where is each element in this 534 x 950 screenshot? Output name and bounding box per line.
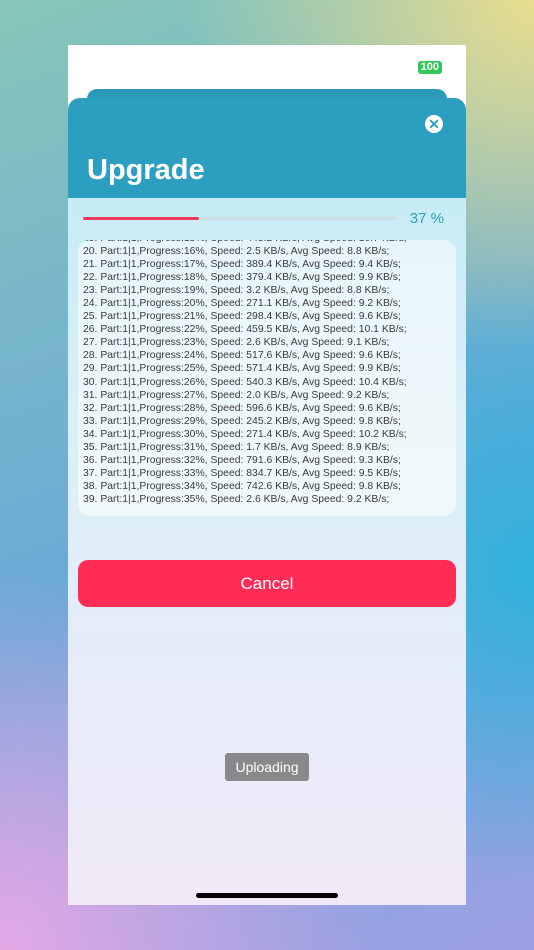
- log-line: 20. Part:1|1,Progress:16%, Speed: 2.5 KB…: [83, 246, 390, 258]
- battery-indicator: 100: [417, 61, 442, 74]
- log-line: 38. Part:1|1,Progress:34%, Speed: 742.6 …: [83, 480, 401, 492]
- log-line: 22. Part:1|1,Progress:18%, Speed: 379.4 …: [83, 272, 401, 284]
- home-indicator: [196, 893, 338, 898]
- log-line: 31. Part:1|1,Progress:27%, Speed: 2.0 KB…: [83, 389, 390, 401]
- log-line: 37. Part:1|1,Progress:33%, Speed: 834.7 …: [83, 467, 401, 479]
- progress-fill: [83, 217, 200, 220]
- cancel-button[interactable]: Cancel: [78, 560, 456, 607]
- log-line: 27. Part:1|1,Progress:23%, Speed: 2.6 KB…: [83, 337, 390, 349]
- log-line: 33. Part:1|1,Progress:29%, Speed: 245.2 …: [83, 415, 401, 427]
- log-line: 26. Part:1|1,Progress:22%, Speed: 459.5 …: [83, 324, 407, 336]
- log-line: 32. Part:1|1,Progress:28%, Speed: 596.6 …: [83, 402, 401, 414]
- log-line: 39. Part:1|1,Progress:35%, Speed: 2.6 KB…: [83, 493, 390, 505]
- log-line: 21. Part:1|1,Progress:17%, Speed: 389.4 …: [83, 259, 401, 271]
- progress-percent: 37 %: [409, 210, 444, 227]
- log-line: 36. Part:1|1,Progress:32%, Speed: 791.6 …: [83, 454, 401, 466]
- log-line: 23. Part:1|1,Progress:19%, Speed: 3.2 KB…: [83, 285, 390, 297]
- log-line: 24. Part:1|1,Progress:20%, Speed: 271.1 …: [83, 298, 401, 310]
- status-toast: Uploading: [225, 753, 309, 781]
- sheet-header: ✕ Upgrade: [68, 98, 466, 198]
- log-line: 34. Part:1|1,Progress:30%, Speed: 271.4 …: [83, 428, 407, 440]
- upgrade-sheet: ✕ Upgrade 37 % 19. Part:1|1,Progress:15%…: [68, 98, 466, 905]
- log-line: 30. Part:1|1,Progress:26%, Speed: 540.3 …: [83, 376, 407, 388]
- log-line: 35. Part:1|1,Progress:31%, Speed: 1.7 KB…: [83, 441, 390, 453]
- page-title: Upgrade: [87, 154, 205, 186]
- log-list: 19. Part:1|1,Progress:15%, Speed: 445.2 …: [83, 240, 452, 506]
- phone-screen: 100 ✕ Upgrade 37 % 19. Part:1|1,Progress…: [68, 45, 466, 905]
- upload-log[interactable]: 19. Part:1|1,Progress:15%, Speed: 445.2 …: [78, 240, 456, 516]
- progress-bar: [83, 217, 397, 220]
- log-line: 28. Part:1|1,Progress:24%, Speed: 517.6 …: [83, 350, 401, 362]
- close-icon[interactable]: ✕: [425, 115, 443, 133]
- log-line: 29. Part:1|1,Progress:25%, Speed: 571.4 …: [83, 363, 401, 375]
- log-line: 25. Part:1|1,Progress:21%, Speed: 298.4 …: [83, 311, 401, 323]
